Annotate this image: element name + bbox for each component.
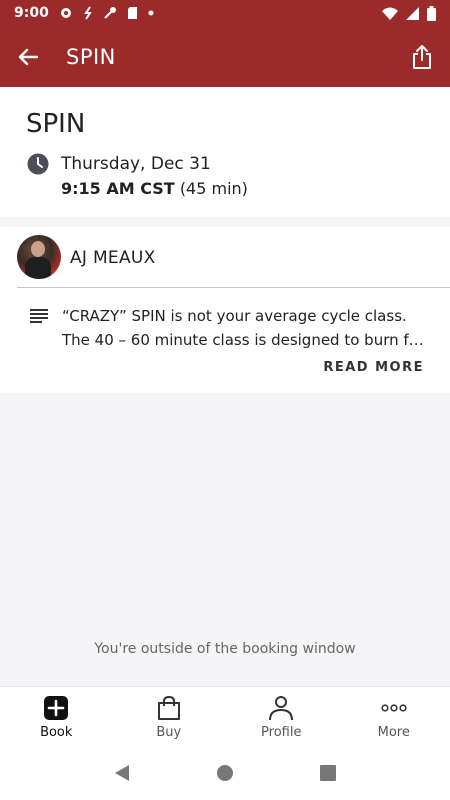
dot-icon bbox=[148, 10, 154, 16]
avatar-body bbox=[25, 257, 51, 279]
clock-icon bbox=[27, 153, 49, 175]
wifi-icon bbox=[382, 7, 398, 20]
battery-icon bbox=[427, 5, 436, 21]
more-dots-icon bbox=[381, 704, 407, 712]
signal-icon bbox=[406, 6, 419, 20]
share-icon bbox=[413, 44, 431, 69]
description-line-2: The 40 – 60 minute class is designed to … bbox=[62, 331, 432, 349]
nav-more[interactable]: More bbox=[338, 687, 450, 746]
system-recents-icon[interactable] bbox=[319, 764, 337, 782]
class-name: SPIN bbox=[26, 109, 86, 139]
avatar-head bbox=[31, 241, 45, 257]
share-button[interactable] bbox=[394, 26, 450, 87]
status-icons-right bbox=[382, 5, 436, 21]
nav-profile[interactable]: Profile bbox=[225, 687, 338, 746]
wrench-icon bbox=[104, 7, 116, 19]
system-nav-bar bbox=[0, 746, 450, 800]
instructor-name[interactable]: AJ MEAUX bbox=[70, 248, 156, 268]
bottom-nav: Book Buy Profile More bbox=[0, 686, 450, 746]
system-back-icon[interactable] bbox=[113, 764, 131, 782]
class-time: 9:15 AM CST bbox=[61, 179, 175, 198]
instructor-card: AJ MEAUX “CRAZY” SPIN is not your averag… bbox=[0, 227, 450, 393]
sd-card-icon bbox=[127, 7, 137, 19]
class-duration: (45 min) bbox=[179, 179, 248, 198]
nav-buy-label: Buy bbox=[156, 725, 182, 740]
data-sync-icon bbox=[83, 6, 92, 20]
booking-window-notice: You're outside of the booking window bbox=[94, 641, 356, 657]
description-icon bbox=[30, 309, 48, 323]
shopping-bag-icon bbox=[157, 695, 180, 720]
book-plus-icon bbox=[44, 696, 69, 720]
status-icons-left bbox=[59, 6, 154, 20]
nav-buy[interactable]: Buy bbox=[113, 687, 226, 746]
description-line-1: “CRAZY” SPIN is not your average cycle c… bbox=[62, 307, 407, 325]
app-bar-title: SPIN bbox=[66, 44, 116, 69]
system-home-icon[interactable] bbox=[216, 764, 234, 782]
nav-more-label: More bbox=[377, 725, 410, 740]
back-arrow-icon bbox=[18, 48, 38, 65]
read-more-button[interactable]: READ MORE bbox=[323, 360, 424, 375]
nav-book-label: Book bbox=[40, 725, 73, 740]
class-details-card: SPIN Thursday, Dec 31 9:15 AM CST (45 mi… bbox=[0, 87, 450, 217]
instructor-avatar[interactable] bbox=[17, 235, 61, 279]
class-time-line: 9:15 AM CST (45 min) bbox=[61, 179, 248, 198]
class-date: Thursday, Dec 31 bbox=[61, 154, 211, 174]
nav-book[interactable]: Book bbox=[0, 687, 113, 746]
profile-icon bbox=[269, 696, 294, 721]
divider bbox=[17, 287, 450, 288]
nav-profile-label: Profile bbox=[261, 725, 302, 740]
app-bar: SPIN bbox=[0, 26, 450, 87]
status-time: 9:00 bbox=[14, 5, 49, 21]
settings-icon bbox=[60, 8, 71, 18]
back-button[interactable] bbox=[0, 26, 56, 87]
status-bar: 9:00 bbox=[0, 0, 450, 26]
